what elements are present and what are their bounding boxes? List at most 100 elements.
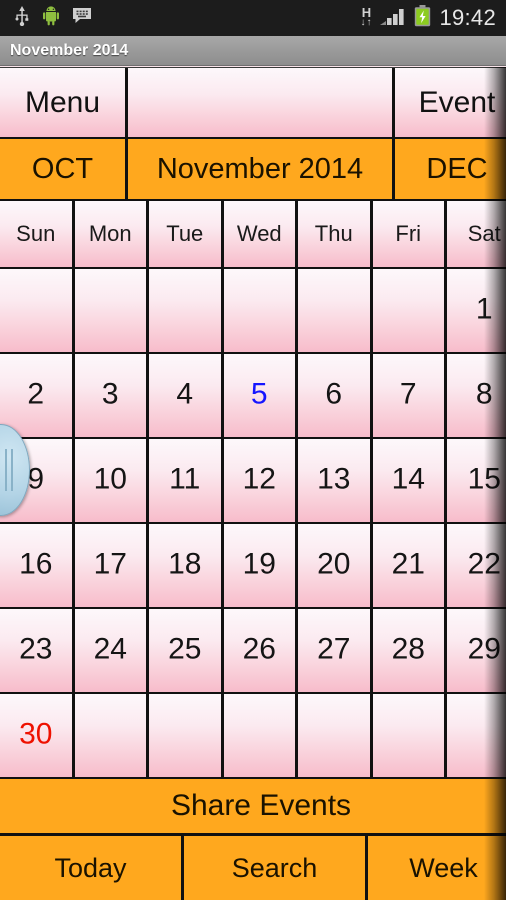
calendar-week-row: 2 3 4 5 6 7 8 [0,354,506,439]
day-number: 19 [242,547,276,580]
weekday-header-fri: Fri [372,201,447,267]
share-events-button[interactable]: Share Events [0,779,506,836]
day-cell[interactable]: 2 [0,354,75,437]
day-cell[interactable] [149,694,224,777]
search-button-label: Search [231,852,318,883]
weekday-label: Sat [467,221,501,246]
day-cell[interactable]: 6 [298,354,373,437]
menu-button-label: Menu [24,85,101,119]
day-number: 8 [475,377,493,410]
previous-month-button[interactable]: OCT [0,139,128,199]
day-cell[interactable]: 26 [223,609,298,692]
day-cell[interactable]: 14 [372,439,447,522]
day-cell[interactable]: 18 [149,524,224,607]
previous-month-label: OCT [31,152,94,185]
calendar-week-row: 16 17 18 19 20 21 22 [0,524,506,609]
bottom-action-bar: Today Search Week [0,836,506,900]
network-type-indicator: H ↓↑ [360,6,373,28]
day-cell[interactable]: 29 [447,609,506,692]
day-number: 10 [93,462,127,495]
day-cell[interactable]: 4 [149,354,224,437]
weekday-label: Mon [88,221,132,246]
day-cell[interactable]: 25 [149,609,224,692]
day-cell-selected[interactable]: 5 [223,354,298,437]
weekday-header-mon: Mon [74,201,149,267]
day-cell[interactable]: 22 [447,524,506,607]
day-cell[interactable]: 11 [149,439,224,522]
current-month-label: November 2014 [156,152,364,185]
day-cell[interactable] [223,269,298,352]
day-cell[interactable] [372,694,447,777]
day-number: 17 [93,547,127,580]
grip-line-icon [11,449,13,491]
day-number: 18 [168,547,202,580]
usb-icon [14,5,30,31]
day-cell[interactable]: 13 [298,439,373,522]
day-cell[interactable] [298,269,373,352]
day-cell-holiday[interactable]: 30 [0,694,75,777]
day-number: 11 [169,462,201,495]
toolbar-center-area[interactable] [128,68,395,137]
weekday-label: Fri [395,221,422,246]
day-number: 22 [467,547,501,580]
network-data-arrows: ↓↑ [360,17,373,28]
search-button[interactable]: Search [184,836,368,900]
day-number: 25 [168,632,202,665]
android-robot-icon [42,5,60,31]
calendar-week-row: 30 [0,694,506,779]
month-navigation-bar: OCT November 2014 DEC [0,139,506,201]
current-month-button[interactable]: November 2014 [128,139,395,199]
day-cell[interactable]: 19 [223,524,298,607]
day-number: 3 [101,377,119,410]
today-button[interactable]: Today [0,836,184,900]
messaging-icon [72,7,92,29]
top-action-bar: Menu Event [0,67,506,139]
day-number: 14 [391,462,425,495]
day-number: 4 [176,377,194,410]
share-events-label: Share Events [170,789,352,822]
next-month-label: DEC [426,152,488,185]
day-cell[interactable]: 28 [372,609,447,692]
weekday-header-wed: Wed [223,201,298,267]
event-button-label: Event [418,85,496,119]
day-cell[interactable]: 20 [298,524,373,607]
day-cell[interactable] [223,694,298,777]
day-cell[interactable]: 1 [447,269,506,352]
weekday-header-thu: Thu [298,201,373,267]
day-cell[interactable]: 27 [298,609,373,692]
status-system-icons: H ↓↑ 19:42 [360,4,496,32]
weekday-label: Thu [314,221,353,246]
menu-button[interactable]: Menu [0,68,128,137]
today-button-label: Today [54,852,127,883]
day-number: 7 [399,377,417,410]
day-cell[interactable]: 12 [223,439,298,522]
next-month-button[interactable]: DEC [395,139,506,199]
day-cell[interactable]: 16 [0,524,75,607]
event-button[interactable]: Event [395,68,506,137]
day-number: 13 [317,462,351,495]
day-cell[interactable] [0,269,75,352]
day-number: 2 [27,377,45,410]
week-button[interactable]: Week [368,836,506,900]
day-cell[interactable]: 8 [447,354,506,437]
day-number: 23 [19,632,53,665]
day-cell[interactable]: 10 [74,439,149,522]
day-cell[interactable] [74,269,149,352]
day-cell[interactable]: 15 [447,439,506,522]
day-cell[interactable] [447,694,506,777]
day-cell[interactable] [372,269,447,352]
calendar-content: Menu Event OCT November 2014 DEC Sun Mon… [0,67,506,900]
day-cell[interactable] [298,694,373,777]
signal-bars-icon [380,6,406,31]
day-cell[interactable]: 21 [372,524,447,607]
app-title-bar: November 2014 [0,36,506,66]
day-cell[interactable] [149,269,224,352]
day-cell[interactable]: 3 [74,354,149,437]
weekday-header-sat: Sat [447,201,506,267]
day-cell[interactable] [74,694,149,777]
day-cell[interactable]: 7 [372,354,447,437]
day-cell[interactable]: 17 [74,524,149,607]
day-number: 6 [325,377,343,410]
day-cell[interactable]: 24 [74,609,149,692]
day-cell[interactable]: 23 [0,609,75,692]
